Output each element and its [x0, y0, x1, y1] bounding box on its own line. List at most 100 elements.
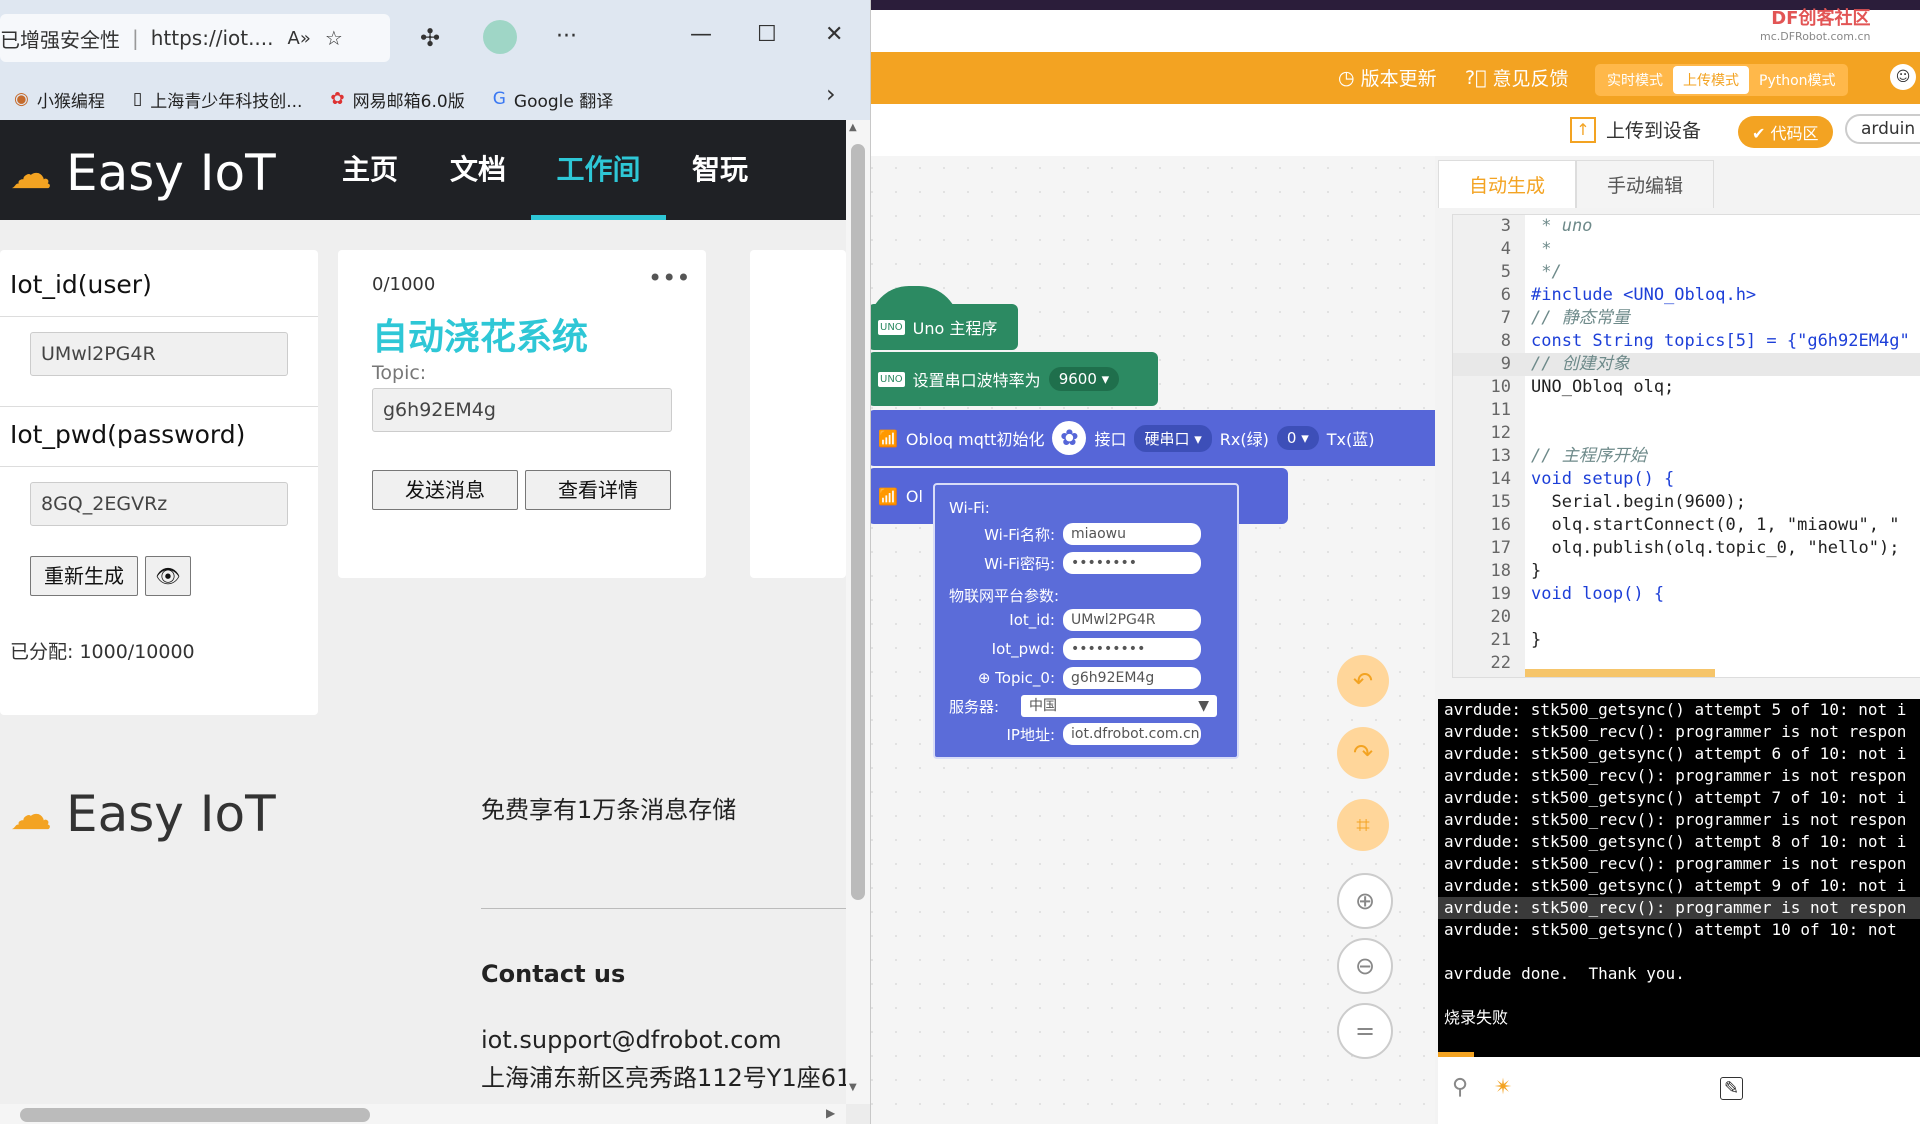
- port-dropdown[interactable]: 硬串口 ▾: [1134, 424, 1212, 452]
- iot-id-label: Iot_id:: [1009, 611, 1055, 629]
- maximize-icon[interactable]: ☐: [757, 22, 777, 47]
- more-options-icon[interactable]: •••: [648, 264, 690, 292]
- tab-auto-generate[interactable]: 自动生成: [1438, 160, 1577, 208]
- scroll-down-icon[interactable]: ▼: [849, 1082, 857, 1093]
- usb-icon[interactable]: ⚲: [1452, 1075, 1468, 1100]
- console-line: avrdude: stk500_getsync() attempt 9 of 1…: [1444, 876, 1907, 895]
- fav-item-xiaohou[interactable]: ◉ 小猴编程: [14, 87, 105, 112]
- tab-manual-edit[interactable]: 手动编辑: [1576, 160, 1715, 208]
- uno-main-block[interactable]: UNO Uno 主程序: [868, 304, 1018, 350]
- code-text: // 主程序开始: [1531, 446, 1647, 466]
- close-icon[interactable]: ✕: [825, 22, 843, 47]
- line-number: 4: [1500, 239, 1511, 259]
- console-line: avrdude: stk500_getsync() attempt 6 of 1…: [1444, 744, 1907, 763]
- settings-gear-icon[interactable]: ✿: [1052, 421, 1087, 455]
- serial-console[interactable]: avrdude: stk500_getsync() attempt 5 of 1…: [1438, 699, 1920, 1057]
- scroll-up-icon[interactable]: ▲: [849, 122, 857, 133]
- wifi-pwd-input[interactable]: ••••••••: [1063, 552, 1201, 574]
- monkey-icon: ◉: [14, 89, 29, 109]
- reset-zoom-button[interactable]: =: [1337, 1003, 1393, 1059]
- url-text: https://iot....: [150, 26, 274, 50]
- favorites-bar: ◉ 小猴编程 ▯ 上海青少年科技创... ✿ 网易邮箱6.0版 G Google 翻译: [0, 78, 870, 120]
- mode-upload[interactable]: 上传模式: [1673, 66, 1749, 94]
- nav-play[interactable]: 智玩: [692, 120, 748, 220]
- code-tabs: 自动生成 手动编辑: [1438, 160, 1715, 208]
- mode-realtime[interactable]: 实时模式: [1597, 66, 1673, 94]
- topic-input[interactable]: g6h92EM4g: [1063, 667, 1201, 689]
- iot-pwd-input[interactable]: •••••••••: [1063, 638, 1201, 660]
- obloq-init-block[interactable]: 📶 Obloq mqtt初始化 ✿ 接口 硬串口 ▾ Rx(绿) 0 ▾ Tx(…: [868, 410, 1448, 466]
- mode-switch: 实时模式 上传模式 Python模式: [1595, 64, 1848, 96]
- feedback-button[interactable]: ?⃝ 意见反馈: [1465, 64, 1569, 91]
- usb-active-icon[interactable]: ✴: [1494, 1075, 1512, 1100]
- baud-dropdown[interactable]: 9600 ▾: [1048, 367, 1120, 391]
- footer-divider: [481, 908, 846, 909]
- console-toolbar: ⚲ ✴ ✎: [1438, 1057, 1920, 1124]
- upload-icon: ↑: [1570, 116, 1596, 143]
- undo-button[interactable]: ↶: [1337, 655, 1389, 707]
- nav-docs[interactable]: 文档: [450, 120, 506, 220]
- nav-workspace[interactable]: 工作间: [531, 120, 666, 220]
- profile-avatar[interactable]: [483, 20, 517, 54]
- editor-hscroll[interactable]: [1525, 669, 1715, 677]
- redo-icon: ↷: [1352, 739, 1374, 767]
- clear-console-icon[interactable]: ✎: [1720, 1077, 1744, 1100]
- fav-item-163mail[interactable]: ✿ 网易邮箱6.0版: [330, 87, 464, 112]
- console-line: avrdude: stk500_recv(): programmer is no…: [1444, 854, 1907, 873]
- server-select[interactable]: 中国 ▼: [1021, 695, 1217, 717]
- view-details-button[interactable]: 查看详情: [525, 470, 671, 510]
- horizontal-scrollbar[interactable]: ▶: [0, 1104, 846, 1124]
- mode-python[interactable]: Python模式: [1749, 66, 1846, 94]
- ip-input[interactable]: iot.dfrobot.com.cn: [1063, 723, 1201, 745]
- nav-home[interactable]: 主页: [342, 120, 398, 220]
- vertical-scrollbar[interactable]: ▲ ▼: [846, 120, 870, 1104]
- iot-pwd-field[interactable]: 8GQ_2EGVRz: [30, 482, 288, 526]
- footer-logo: ☁ Easy IoT: [10, 785, 276, 843]
- crop-button[interactable]: ⌗: [1337, 799, 1389, 851]
- serial-baud-block[interactable]: UNO 设置串口波特率为 9600 ▾: [868, 352, 1158, 406]
- code-area-toggle[interactable]: ✔ 代码区: [1738, 116, 1833, 148]
- scroll-right-icon[interactable]: ▶: [826, 1106, 835, 1120]
- user-avatar[interactable]: ☺: [1890, 64, 1916, 90]
- site-logo[interactable]: ☁ Easy IoT: [10, 144, 276, 202]
- more-menu-icon[interactable]: ···: [556, 24, 577, 49]
- wifi-name-input[interactable]: miaowu: [1063, 523, 1201, 545]
- favorite-star-icon[interactable]: ☆: [325, 26, 343, 50]
- address-bar[interactable]: 已增强安全性 | https://iot.... A» ☆: [0, 14, 390, 62]
- extensions-icon[interactable]: ✣: [420, 24, 440, 52]
- line-number: 20: [1490, 607, 1511, 627]
- read-aloud-icon[interactable]: A»: [288, 28, 311, 49]
- iot-id-field[interactable]: UMwl2PG4R: [30, 332, 288, 376]
- fav-label: Google 翻译: [513, 91, 614, 112]
- zoom-in-button[interactable]: ⊕: [1337, 873, 1393, 929]
- eye-icon: 👁: [155, 564, 181, 588]
- upload-button[interactable]: ↑ 上传到设备: [1570, 116, 1701, 143]
- dropdown-arrow-icon: ▼: [1198, 698, 1209, 714]
- code-editor[interactable]: 3 * uno 4 * 5 */6 #include <UNO_Obloq.h> 7//…: [1452, 214, 1920, 678]
- language-select[interactable]: arduin: [1845, 114, 1920, 144]
- zoom-in-icon: ⊕: [1354, 887, 1376, 915]
- watermark: DF创客社区 mc.DFRobot.com.cn: [1760, 4, 1870, 43]
- add-topic-icon[interactable]: ⊕: [978, 669, 995, 687]
- topic-field[interactable]: g6h92EM4g: [372, 388, 672, 432]
- contact-email[interactable]: iot.support@dfrobot.com: [481, 1026, 781, 1054]
- line-number: 7: [1500, 308, 1511, 328]
- hscroll-thumb[interactable]: [20, 1108, 370, 1122]
- chevron-right-icon[interactable]: ›: [826, 80, 836, 108]
- show-password-button[interactable]: 👁: [145, 556, 191, 596]
- code-text: Serial.begin(9600);: [1531, 492, 1746, 512]
- version-update-button[interactable]: ◷ 版本更新: [1338, 64, 1437, 91]
- zoom-out-button[interactable]: ⊖: [1337, 938, 1393, 994]
- minimize-icon[interactable]: —: [690, 22, 712, 47]
- code-text: const String topics[5] = {"g6h92EM4g": [1531, 331, 1910, 351]
- fav-item-shanghai[interactable]: ▯ 上海青少年科技创...: [133, 87, 303, 112]
- code-text: }: [1531, 561, 1542, 581]
- redo-button[interactable]: ↷: [1337, 727, 1389, 779]
- send-message-button[interactable]: 发送消息: [372, 470, 518, 510]
- regenerate-button[interactable]: 重新生成: [30, 556, 138, 596]
- vscroll-thumb[interactable]: [851, 144, 865, 900]
- fav-item-google-translate[interactable]: G Google 翻译: [493, 87, 614, 112]
- iot-id-input[interactable]: UMwl2PG4R: [1063, 609, 1201, 631]
- rx-dropdown[interactable]: 0 ▾: [1276, 426, 1319, 450]
- iot-id-row: Iot_id: UMwl2PG4R: [935, 609, 1201, 631]
